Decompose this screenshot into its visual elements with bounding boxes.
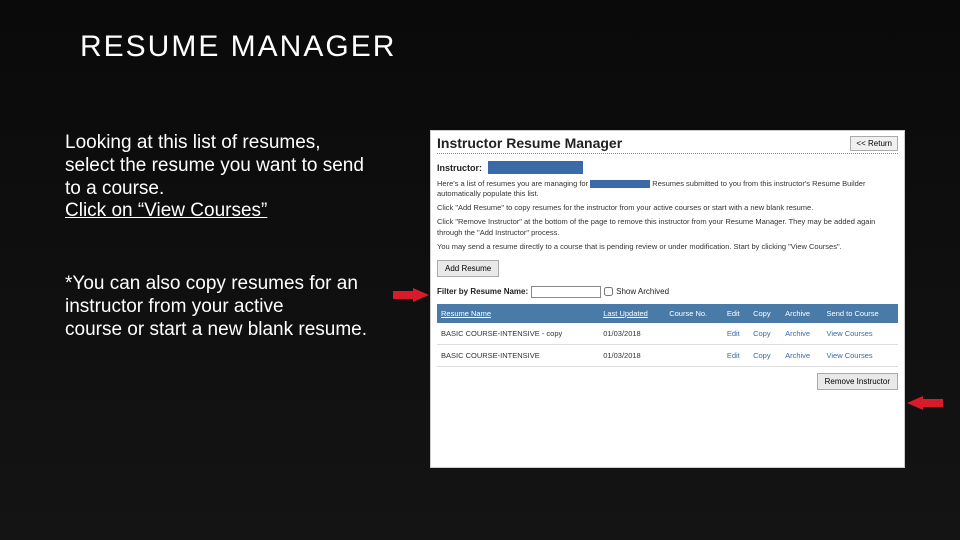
app-title: Instructor Resume Manager [437,135,622,151]
instruction-para-1: Looking at this list of resumes, select … [65,132,375,223]
cell-last-updated: 01/03/2018 [599,323,665,345]
arrow-right-icon [393,288,429,302]
instruction-column: Looking at this list of resumes, select … [65,132,375,342]
remove-wrap: Remove Instructor [431,367,904,396]
divider [437,153,898,154]
filter-label: Filter by Resume Name: [437,287,528,296]
copy-link[interactable]: Copy [749,344,781,366]
arrow-left-icon [907,396,943,410]
instruction-text-2a: *You can also copy resumes for an instru… [65,273,358,317]
col-copy: Copy [749,304,781,323]
table-row: BASIC COURSE-INTENSIVE 01/03/2018 Edit C… [437,344,898,366]
cell-last-updated: 01/03/2018 [599,344,665,366]
return-button[interactable]: << Return [850,136,898,151]
show-archived-checkbox[interactable] [604,287,613,296]
edit-link[interactable]: Edit [723,344,749,366]
blurb-line-3: Click "Remove Instructor" at the bottom … [431,215,904,239]
instruction-text-1a: Looking at this list of resumes, select … [65,132,364,199]
app-panel: Instructor Resume Manager << Return Inst… [430,130,905,468]
table-header-row: Resume Name Last Updated Course No. Edit… [437,304,898,323]
remove-instructor-button[interactable]: Remove Instructor [817,373,898,390]
col-send: Send to Course [823,304,898,323]
col-last-updated[interactable]: Last Updated [599,304,665,323]
cell-course-no [665,344,723,366]
instruction-text-1b: Click on “View Courses” [65,200,267,221]
col-course-no: Course No. [665,304,723,323]
cell-resume-name: BASIC COURSE-INTENSIVE [437,344,599,366]
redacted-name [488,161,583,174]
view-courses-link[interactable]: View Courses [823,344,898,366]
app-header: Instructor Resume Manager << Return [431,131,904,153]
redacted-name-inline [590,180,650,188]
filter-row: Filter by Resume Name: Show Archived [431,283,904,304]
view-courses-link[interactable]: View Courses [823,323,898,345]
cell-course-no [665,323,723,345]
instruction-para-2: *You can also copy resumes for an instru… [65,273,375,341]
copy-link[interactable]: Copy [749,323,781,345]
blurb-line-4: You may send a resume directly to a cour… [431,240,904,254]
archive-link[interactable]: Archive [781,344,822,366]
col-archive: Archive [781,304,822,323]
blurb-line-1: Here's a list of resumes you are managin… [431,177,904,201]
instructor-row: Instructor: [431,158,904,177]
table-row: BASIC COURSE-INTENSIVE - copy 01/03/2018… [437,323,898,345]
blurb-line-2: Click "Add Resume" to copy resumes for t… [431,201,904,215]
add-resume-button[interactable]: Add Resume [437,260,499,277]
blurb-1a: Here's a list of resumes you are managin… [437,179,588,188]
col-edit: Edit [723,304,749,323]
instruction-text-2b: course or start a new blank resume. [65,319,367,340]
instructor-label: Instructor: [437,163,482,173]
filter-input[interactable] [531,286,601,298]
cell-resume-name: BASIC COURSE-INTENSIVE - copy [437,323,599,345]
archive-link[interactable]: Archive [781,323,822,345]
col-resume-name[interactable]: Resume Name [437,304,599,323]
resume-table: Resume Name Last Updated Course No. Edit… [437,304,898,367]
page-title: RESUME MANAGER [80,30,396,64]
show-archived-label: Show Archived [616,287,669,296]
edit-link[interactable]: Edit [723,323,749,345]
